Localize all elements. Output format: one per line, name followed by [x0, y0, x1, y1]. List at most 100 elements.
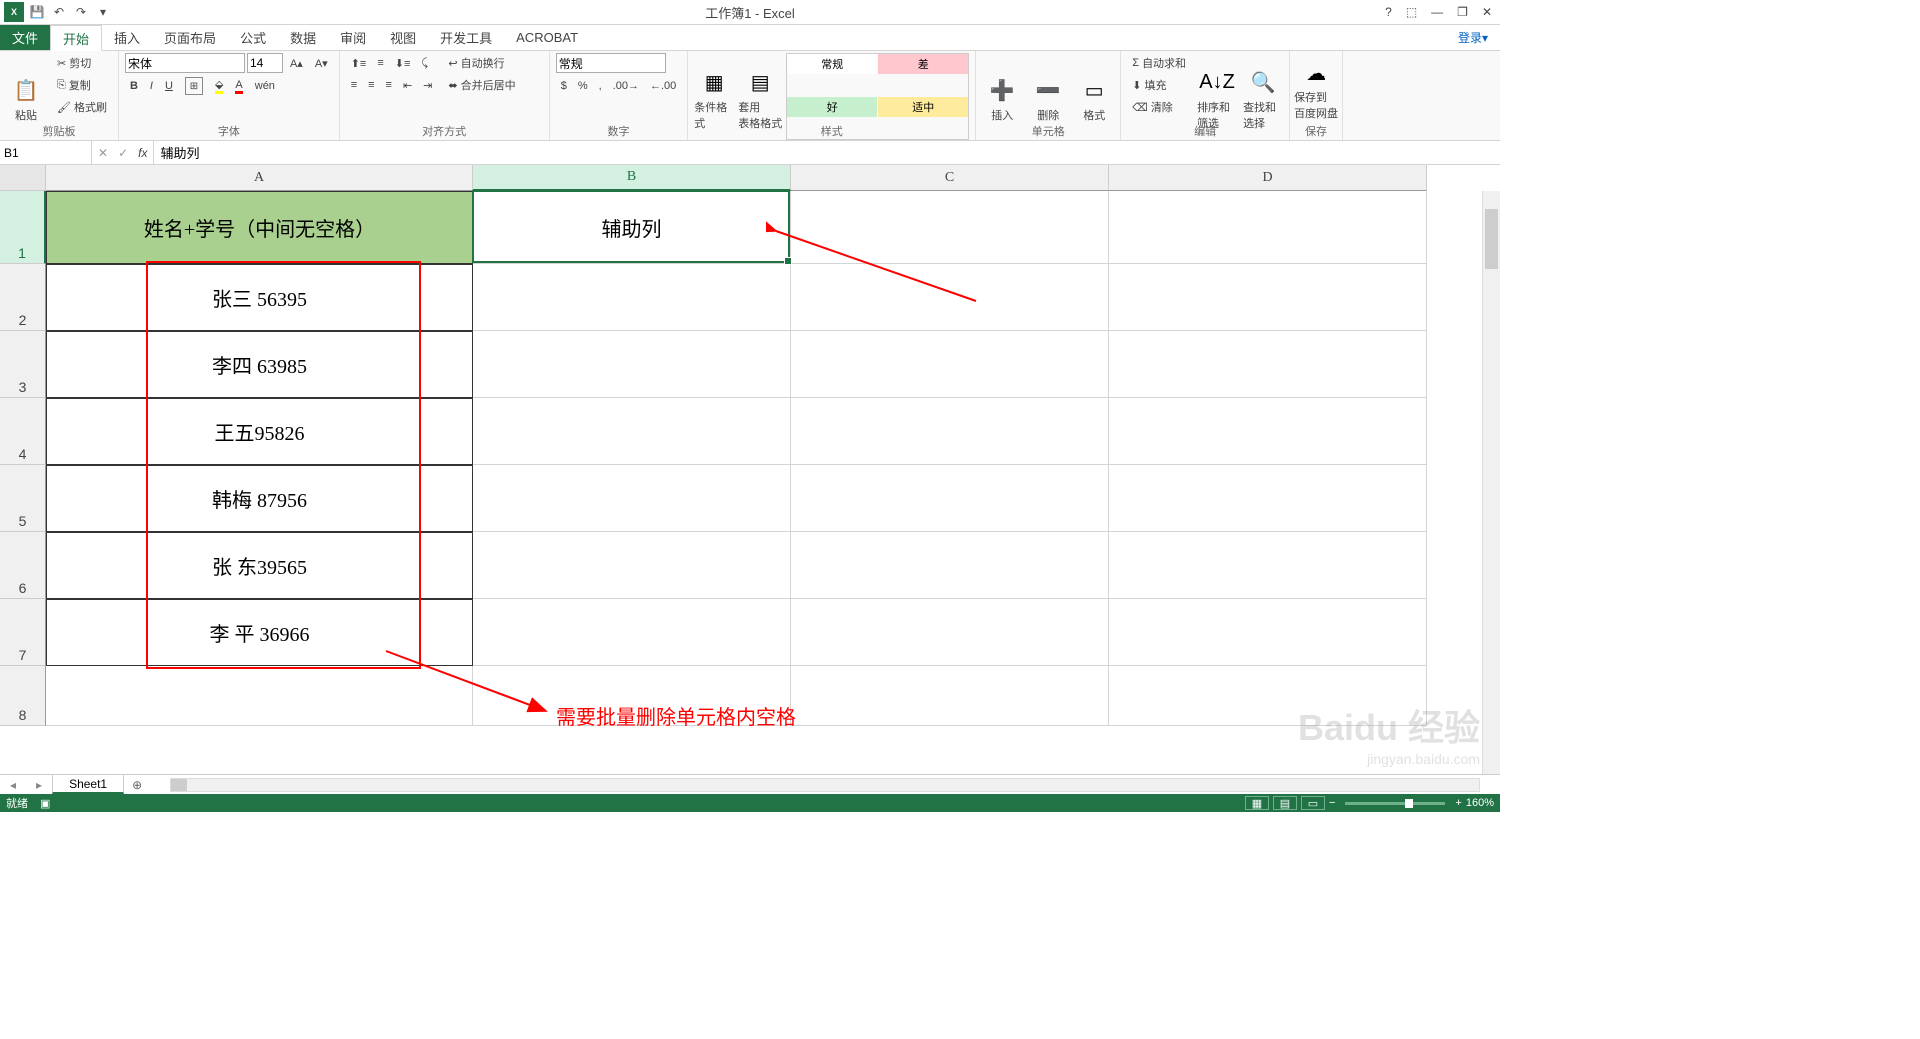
cell-D8[interactable]: [1109, 666, 1427, 726]
decrease-decimal-icon[interactable]: ←.00: [645, 76, 681, 96]
name-box[interactable]: [0, 141, 92, 164]
wrap-text-button[interactable]: ↩自动换行: [443, 53, 520, 73]
border-button[interactable]: ⊞: [180, 76, 208, 96]
help-icon[interactable]: ?: [1381, 5, 1396, 19]
style-good[interactable]: 好: [787, 97, 877, 117]
close-icon[interactable]: ✕: [1478, 5, 1496, 19]
macro-record-icon[interactable]: ▣: [40, 797, 50, 810]
page-break-view-icon[interactable]: ▭: [1301, 796, 1325, 810]
align-left-icon[interactable]: ≡: [346, 75, 362, 95]
zoom-slider[interactable]: [1345, 802, 1445, 805]
decrease-font-icon[interactable]: A▾: [310, 53, 333, 73]
redo-icon[interactable]: ↷: [72, 3, 90, 21]
cell-A3[interactable]: 李四 63985: [46, 331, 473, 398]
fill-button[interactable]: ⬇填充: [1127, 75, 1191, 95]
font-size-input[interactable]: [247, 53, 283, 73]
cell-B3[interactable]: [473, 331, 791, 398]
col-header-B[interactable]: B: [473, 165, 791, 191]
row-header-4[interactable]: 4: [0, 398, 46, 465]
align-middle-icon[interactable]: ≡: [372, 53, 388, 73]
col-header-D[interactable]: D: [1109, 165, 1427, 191]
row-header-5[interactable]: 5: [0, 465, 46, 532]
phonetic-button[interactable]: wén: [250, 76, 280, 96]
cell-D6[interactable]: [1109, 532, 1427, 599]
sheet-tab[interactable]: Sheet1: [52, 775, 124, 794]
increase-decimal-icon[interactable]: .00→: [608, 76, 644, 96]
orientation-icon[interactable]: ⤹: [416, 53, 433, 73]
cell-B1[interactable]: 辅助列: [473, 191, 791, 264]
cell-B6[interactable]: [473, 532, 791, 599]
cell-D2[interactable]: [1109, 264, 1427, 331]
comma-icon[interactable]: ,: [594, 76, 607, 96]
row-header-2[interactable]: 2: [0, 264, 46, 331]
hscroll-thumb[interactable]: [171, 779, 187, 791]
cell-D1[interactable]: [1109, 191, 1427, 264]
number-format-select[interactable]: [556, 53, 666, 73]
fx-icon[interactable]: fx: [138, 146, 147, 160]
cancel-icon[interactable]: ✕: [98, 146, 108, 160]
add-sheet-icon[interactable]: ⊕: [124, 778, 150, 792]
cell-grid[interactable]: 姓名+学号（中间无空格）辅助列张三 56395李四 63985王五95826韩梅…: [46, 191, 1482, 774]
cell-C1[interactable]: [791, 191, 1109, 264]
cell-D4[interactable]: [1109, 398, 1427, 465]
cell-C2[interactable]: [791, 264, 1109, 331]
cell-C8[interactable]: [791, 666, 1109, 726]
style-normal[interactable]: 常规: [787, 54, 877, 74]
cell-B5[interactable]: [473, 465, 791, 532]
horizontal-scrollbar[interactable]: [170, 778, 1480, 792]
tab-formulas[interactable]: 公式: [228, 25, 278, 50]
fill-color-button[interactable]: ⬙: [210, 76, 228, 96]
align-center-icon[interactable]: ≡: [363, 75, 379, 95]
col-header-C[interactable]: C: [791, 165, 1109, 191]
indent-inc-icon[interactable]: ⇥: [418, 75, 437, 95]
zoom-in-icon[interactable]: +: [1455, 797, 1461, 809]
tab-review[interactable]: 审阅: [328, 25, 378, 50]
underline-button[interactable]: U: [160, 76, 178, 96]
cell-B2[interactable]: [473, 264, 791, 331]
increase-font-icon[interactable]: A▴: [285, 53, 308, 73]
tab-data[interactable]: 数据: [278, 25, 328, 50]
undo-icon[interactable]: ↶: [50, 3, 68, 21]
page-layout-view-icon[interactable]: ▤: [1273, 796, 1297, 810]
tab-layout[interactable]: 页面布局: [152, 25, 228, 50]
style-bad[interactable]: 差: [878, 54, 968, 74]
vertical-scrollbar[interactable]: [1482, 191, 1500, 774]
cell-B4[interactable]: [473, 398, 791, 465]
minimize-icon[interactable]: —: [1427, 5, 1447, 19]
cell-C5[interactable]: [791, 465, 1109, 532]
autosum-button[interactable]: Σ自动求和: [1127, 53, 1191, 73]
tab-file[interactable]: 文件: [0, 25, 50, 50]
cell-D3[interactable]: [1109, 331, 1427, 398]
currency-icon[interactable]: $: [556, 76, 572, 96]
cell-A1[interactable]: 姓名+学号（中间无空格）: [46, 191, 473, 264]
cell-A7[interactable]: 李 平 36966: [46, 599, 473, 666]
italic-button[interactable]: I: [145, 76, 158, 96]
tab-view[interactable]: 视图: [378, 25, 428, 50]
tab-home[interactable]: 开始: [50, 25, 102, 51]
copy-button[interactable]: ⎘复制: [52, 75, 112, 95]
align-top-icon[interactable]: ⬆≡: [346, 53, 372, 73]
merge-center-button[interactable]: ⬌合并后居中: [443, 75, 520, 95]
sheet-nav-next-icon[interactable]: ▸: [26, 778, 52, 792]
cell-D7[interactable]: [1109, 599, 1427, 666]
cell-A6[interactable]: 张 东39565: [46, 532, 473, 599]
row-header-7[interactable]: 7: [0, 599, 46, 666]
normal-view-icon[interactable]: ▦: [1245, 796, 1269, 810]
indent-dec-icon[interactable]: ⇤: [398, 75, 417, 95]
font-name-input[interactable]: [125, 53, 245, 73]
bold-button[interactable]: B: [125, 76, 143, 96]
percent-icon[interactable]: %: [573, 76, 593, 96]
zoom-out-icon[interactable]: −: [1329, 797, 1335, 809]
row-header-6[interactable]: 6: [0, 532, 46, 599]
cell-A5[interactable]: 韩梅 87956: [46, 465, 473, 532]
sheet-nav-prev-icon[interactable]: ◂: [0, 778, 26, 792]
align-right-icon[interactable]: ≡: [381, 75, 397, 95]
login-link[interactable]: 登录 ▾: [1446, 25, 1500, 50]
cell-C6[interactable]: [791, 532, 1109, 599]
baidu-save-button[interactable]: ☁保存到 百度网盘: [1296, 53, 1336, 121]
cell-C7[interactable]: [791, 599, 1109, 666]
clear-button[interactable]: ⌫清除: [1127, 97, 1191, 117]
cell-D5[interactable]: [1109, 465, 1427, 532]
save-icon[interactable]: 💾: [28, 3, 46, 21]
row-header-1[interactable]: 1: [0, 191, 46, 264]
